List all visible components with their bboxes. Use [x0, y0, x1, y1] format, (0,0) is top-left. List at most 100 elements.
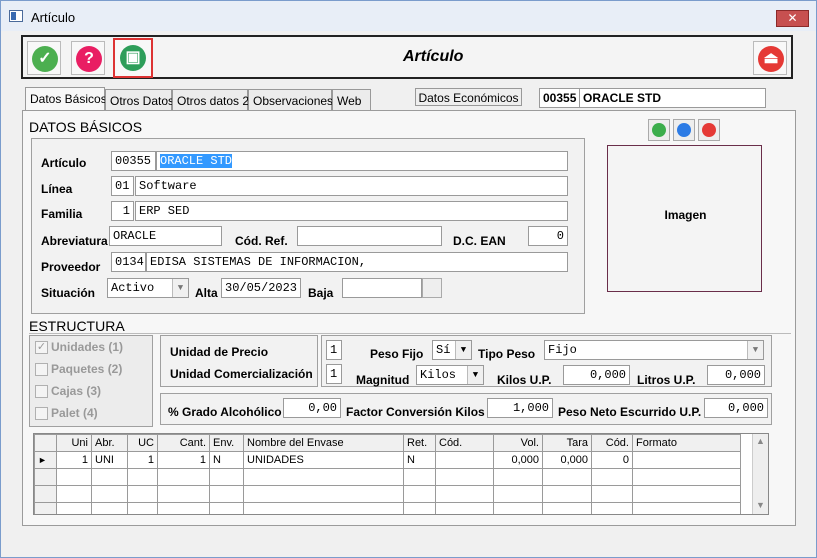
table-cell[interactable]: UNI	[91, 451, 128, 469]
situacion-select[interactable]: Activo ▼	[107, 278, 189, 298]
table-cell[interactable]	[493, 485, 543, 503]
table-cell[interactable]	[493, 502, 543, 514]
tab-observaciones[interactable]: Observaciones	[248, 89, 333, 111]
table-cell[interactable]	[157, 468, 210, 486]
table-cell[interactable]: N	[403, 451, 436, 469]
boxes-button[interactable]: ▣	[113, 38, 153, 78]
table-cell[interactable]	[56, 485, 92, 503]
table-cell[interactable]	[56, 502, 92, 514]
grid-column-header[interactable]: Uni	[56, 434, 92, 452]
palet-checkbox[interactable]	[35, 407, 48, 420]
table-cell[interactable]: N	[209, 451, 244, 469]
image-box[interactable]: Imagen	[607, 145, 762, 292]
table-cell[interactable]	[403, 485, 436, 503]
table-cell[interactable]	[435, 485, 494, 503]
table-cell[interactable]	[542, 468, 592, 486]
articulo-code-field[interactable]: 00355	[111, 151, 156, 171]
table-cell[interactable]	[542, 485, 592, 503]
abreviatura-field[interactable]: ORACLE	[109, 226, 222, 246]
table-cell[interactable]: 0,000	[493, 451, 543, 469]
alta-date-field[interactable]: 30/05/2023	[221, 278, 301, 298]
header-name-field[interactable]: ORACLE STD	[579, 88, 766, 108]
table-cell[interactable]	[632, 468, 741, 486]
table-cell[interactable]	[127, 485, 158, 503]
help-button[interactable]: ?	[71, 41, 105, 75]
proveedor-code-field[interactable]: 0134	[111, 252, 146, 272]
table-cell[interactable]	[243, 485, 404, 503]
grid-column-header[interactable]: Abr.	[91, 434, 128, 452]
table-cell[interactable]	[157, 502, 210, 514]
attach-image-button[interactable]	[673, 119, 695, 141]
table-cell[interactable]	[209, 502, 244, 514]
table-cell[interactable]	[91, 468, 128, 486]
table-cell[interactable]	[632, 485, 741, 503]
chevron-down-icon[interactable]: ▼	[467, 366, 483, 384]
table-cell[interactable]	[591, 468, 633, 486]
table-cell[interactable]	[243, 502, 404, 514]
accept-button[interactable]: ✓	[27, 41, 61, 75]
grid-column-header[interactable]: Env.	[209, 434, 244, 452]
table-cell[interactable]: UNIDADES	[243, 451, 404, 469]
grid-column-header[interactable]: Cant.	[157, 434, 210, 452]
table-cell[interactable]	[591, 485, 633, 503]
magnitud-select[interactable]: Kilos ▼	[416, 365, 484, 385]
table-cell[interactable]	[493, 468, 543, 486]
baja-date-field[interactable]	[342, 278, 422, 298]
kilos-up-field[interactable]: 0,000	[563, 365, 630, 385]
table-cell[interactable]	[243, 468, 404, 486]
table-row[interactable]	[34, 485, 741, 503]
table-cell[interactable]	[435, 502, 494, 514]
copy-image-button[interactable]	[648, 119, 670, 141]
table-cell[interactable]: 0,000	[542, 451, 592, 469]
table-cell[interactable]: 0	[591, 451, 633, 469]
table-cell[interactable]	[209, 468, 244, 486]
grid-column-header[interactable]: Cód.	[591, 434, 633, 452]
peso-neto-field[interactable]: 0,000	[704, 398, 768, 418]
table-cell[interactable]	[127, 502, 158, 514]
chevron-down-icon[interactable]: ▼	[172, 279, 188, 297]
grado-field[interactable]: 0,00	[283, 398, 341, 418]
scroll-down-icon[interactable]: ▼	[756, 500, 765, 510]
linea-code-field[interactable]: 01	[111, 176, 134, 196]
unidad-com-field[interactable]: 1	[326, 364, 342, 384]
grid-scrollbar[interactable]: ▲ ▼	[752, 434, 768, 514]
table-cell[interactable]	[56, 468, 92, 486]
table-cell[interactable]	[91, 502, 128, 514]
grid-column-header[interactable]: Cód.	[435, 434, 494, 452]
table-cell[interactable]: 1	[157, 451, 210, 469]
close-button[interactable]: ✕	[776, 10, 809, 27]
table-cell[interactable]: 1	[127, 451, 158, 469]
table-row[interactable]: ► 1 UNI 1 1 N UNIDADES N 0,000 0,000 0	[34, 451, 741, 469]
linea-name-field[interactable]: Software	[135, 176, 568, 196]
table-cell[interactable]	[632, 451, 741, 469]
codref-field[interactable]	[297, 226, 442, 246]
header-code-field[interactable]: 00355	[539, 88, 580, 108]
datos-economicos-button[interactable]: Datos Económicos	[415, 88, 522, 106]
table-cell[interactable]	[632, 502, 741, 514]
unidad-precio-field[interactable]: 1	[326, 340, 342, 360]
table-cell[interactable]	[127, 468, 158, 486]
grid-column-header[interactable]: Ret.	[403, 434, 436, 452]
scroll-up-icon[interactable]: ▲	[756, 436, 765, 446]
litros-up-field[interactable]: 0,000	[707, 365, 765, 385]
factor-field[interactable]: 1,000	[487, 398, 553, 418]
table-cell[interactable]	[435, 451, 494, 469]
peso-fijo-select[interactable]: Sí ▼	[432, 340, 472, 360]
table-row[interactable]	[34, 502, 741, 514]
familia-name-field[interactable]: ERP SED	[135, 201, 568, 221]
unidades-checkbox[interactable]: ✓	[35, 341, 48, 354]
grid-column-header[interactable]: Vol.	[493, 434, 543, 452]
tab-datos-basicos[interactable]: Datos Básicos	[25, 87, 107, 111]
grid-column-header[interactable]: Formato	[632, 434, 741, 452]
baja-calendar-button[interactable]	[422, 278, 442, 298]
dcean-field[interactable]: 0	[528, 226, 568, 246]
table-cell[interactable]	[403, 468, 436, 486]
chevron-down-icon[interactable]: ▼	[455, 341, 471, 359]
proveedor-name-field[interactable]: EDISA SISTEMAS DE INFORMACION,	[146, 252, 568, 272]
paquetes-checkbox[interactable]	[35, 363, 48, 376]
grid-column-header[interactable]: UC	[127, 434, 158, 452]
tab-otros-datos-2[interactable]: Otros datos 2	[172, 89, 249, 111]
delete-image-button[interactable]	[698, 119, 720, 141]
table-cell[interactable]	[91, 485, 128, 503]
articulo-name-field[interactable]: ORACLE STD	[156, 151, 568, 171]
